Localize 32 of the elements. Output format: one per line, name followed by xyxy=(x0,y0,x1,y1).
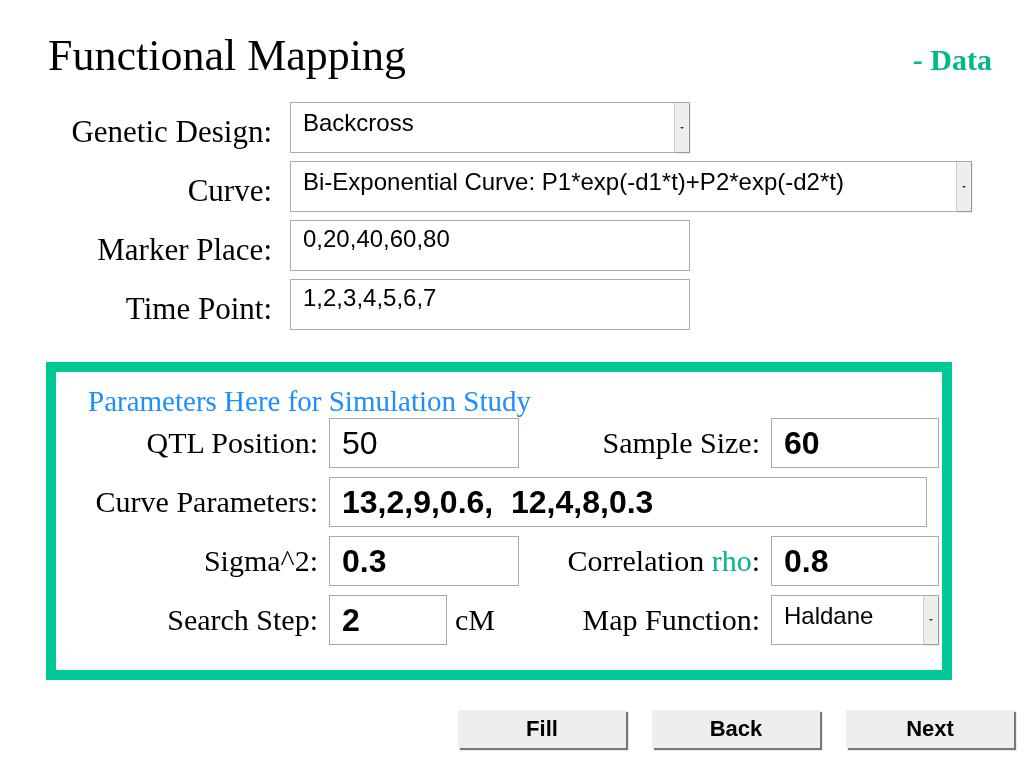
field-label: QTL Position: xyxy=(145,426,318,460)
nav-button[interactable]: Fill xyxy=(458,710,626,748)
field-label: Correlation rho: xyxy=(566,544,760,578)
field-label: Sample Size: xyxy=(601,426,760,460)
input-field[interactable]: 0,20,40,60,80 xyxy=(290,220,690,271)
field-label: Time Point: xyxy=(125,289,272,328)
field-label: Marker Place: xyxy=(97,230,272,269)
field-label: Map Function: xyxy=(581,603,760,637)
dropdown[interactable]: Bi-Exponential Curve: P1*exp(-d1*t)+P2*exp(-d2*t) xyxy=(290,161,972,212)
page-title: Functional Mapping xyxy=(48,30,407,82)
field-label: Curve: xyxy=(187,171,272,210)
section-label: - Data xyxy=(912,43,992,77)
caret-icon xyxy=(960,183,968,190)
caret-icon xyxy=(927,617,935,623)
panel-title: Parameters Here for Simulation Study xyxy=(88,384,532,418)
field-label: Curve Parameters: xyxy=(94,485,318,519)
input-field[interactable]: 2 xyxy=(329,595,447,645)
input-field[interactable]: 0.8 xyxy=(771,536,939,586)
nav-button[interactable]: Next xyxy=(846,710,1014,748)
dropdown[interactable]: Backcross xyxy=(290,102,690,153)
field-label: Sigma^2: xyxy=(202,544,318,578)
field-label: Genetic Design: xyxy=(71,112,272,151)
input-field[interactable]: 1,2,3,4,5,6,7 xyxy=(290,279,690,330)
nav-button[interactable]: Back xyxy=(652,710,820,748)
dropdown[interactable]: Haldane xyxy=(771,595,939,645)
unit-label: cM xyxy=(455,603,495,637)
input-field[interactable]: 13,2,9,0.6, 12,4,8,0.3 xyxy=(329,477,927,527)
input-field[interactable]: 50 xyxy=(329,418,519,468)
caret-icon xyxy=(678,124,686,131)
field-label: Search Step: xyxy=(166,603,318,637)
input-field[interactable]: 0.3 xyxy=(329,536,519,586)
input-field[interactable]: 60 xyxy=(771,418,939,468)
